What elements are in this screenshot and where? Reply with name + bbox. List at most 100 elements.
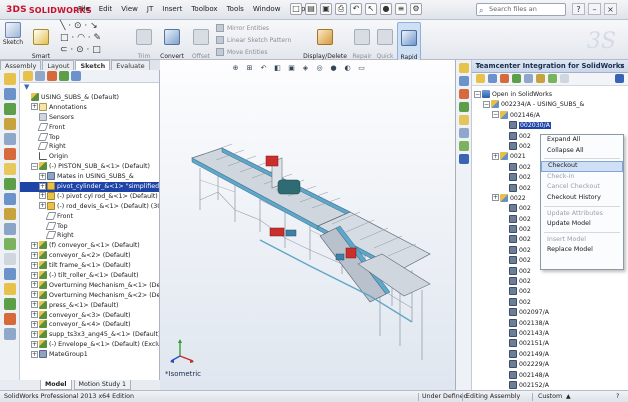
- rebuild-icon[interactable]: ●: [380, 3, 392, 15]
- teamcenter-node[interactable]: − 002234/A - USING_SUBS_&: [474, 100, 628, 110]
- teamcenter-node[interactable]: 002151/A: [474, 339, 628, 349]
- mate-icon[interactable]: [4, 103, 16, 115]
- menu-view[interactable]: View: [121, 5, 138, 13]
- assembly-features-icon[interactable]: [4, 163, 16, 175]
- instant3d-icon[interactable]: [4, 238, 16, 250]
- mirror-entities-button[interactable]: Mirror Entities: [216, 24, 269, 32]
- minimize-icon[interactable]: –: [588, 3, 601, 15]
- tree-node[interactable]: Origin: [20, 152, 159, 162]
- unit-dropdown-icon[interactable]: ▲: [566, 391, 571, 402]
- save-to-teamcenter-icon[interactable]: [500, 74, 509, 83]
- teamcenter-node[interactable]: 002138/A: [474, 318, 628, 329]
- refresh-icon[interactable]: [536, 74, 545, 83]
- tree-node[interactable]: + (-) pivot cyl rod_&<1> (Default) (30: [20, 191, 159, 202]
- menu-jt[interactable]: JT: [147, 5, 153, 13]
- teamcenter-node[interactable]: − 002146/A: [474, 110, 628, 121]
- menu-insert[interactable]: Insert: [162, 5, 182, 13]
- tree-node[interactable]: Front: [20, 211, 159, 222]
- property-manager-icon[interactable]: [35, 71, 45, 81]
- menu-edit[interactable]: Edit: [99, 5, 113, 13]
- expand-icon[interactable]: +: [31, 103, 38, 111]
- teamcenter-tab-icon[interactable]: [459, 154, 469, 164]
- teamcenter-node[interactable]: 002149/A: [474, 349, 628, 360]
- large-assembly-icon[interactable]: [4, 298, 16, 310]
- feature-manager-icon[interactable]: [23, 71, 33, 81]
- tree-node[interactable]: + tilt frame_&<1> (Default): [20, 261, 159, 271]
- move-component-icon[interactable]: [4, 133, 16, 145]
- tree-node[interactable]: + conveyor_&<2> (Default): [20, 251, 159, 261]
- appearances-tab-icon[interactable]: [459, 128, 469, 138]
- search-input[interactable]: ⌕ Search files an: [476, 3, 566, 16]
- menu-item-checkout-history[interactable]: Checkout History: [541, 193, 623, 204]
- file-properties-icon[interactable]: ≡: [395, 3, 407, 15]
- tree-node[interactable]: + MateGroup1: [20, 350, 159, 360]
- expand-icon[interactable]: +: [31, 251, 38, 259]
- status-help-icon[interactable]: ?: [616, 391, 619, 402]
- tree-node[interactable]: + pivot_cylinder_&<1> "simplified17: [20, 182, 159, 192]
- tree-node[interactable]: Sensors: [20, 112, 159, 123]
- view-palette-tab-icon[interactable]: [459, 115, 469, 125]
- tab-motion-study[interactable]: Motion Study 1: [73, 380, 132, 390]
- dimxpert-icon[interactable]: [59, 71, 69, 81]
- expand-icon[interactable]: +: [31, 261, 38, 269]
- undo-icon[interactable]: ↶: [350, 3, 362, 15]
- tree-node[interactable]: Front: [20, 122, 159, 133]
- teamcenter-node[interactable]: 002030/A: [474, 121, 628, 131]
- show-hidden-icon[interactable]: [4, 148, 16, 160]
- linear-pattern-button[interactable]: Linear Sketch Pattern: [216, 36, 291, 44]
- pin-icon[interactable]: ↕: [475, 60, 481, 73]
- teamcenter-node[interactable]: 002: [474, 277, 628, 287]
- expand-icon[interactable]: +: [39, 202, 46, 210]
- tab-assembly[interactable]: Assembly: [0, 60, 42, 70]
- tree-filter[interactable]: ▼: [20, 83, 159, 93]
- tree-node[interactable]: + press_&<1> (Default): [20, 300, 159, 311]
- tab-layout[interactable]: Layout: [42, 60, 75, 70]
- menu-item-expand-all[interactable]: Expand All: [541, 135, 623, 146]
- collapse-icon[interactable]: −: [474, 90, 481, 98]
- checkin-icon[interactable]: [524, 74, 533, 83]
- teamcenter-node[interactable]: 002: [474, 297, 628, 308]
- teamcenter-node[interactable]: 002143/A: [474, 328, 628, 339]
- checkout-icon[interactable]: [512, 74, 521, 83]
- tree-node[interactable]: + (-) Envelope_&<1> (Default) (Excluded f…: [20, 340, 159, 350]
- tab-model[interactable]: Model: [40, 380, 72, 390]
- menu-item-update-model[interactable]: Update Model: [541, 219, 623, 230]
- resources-tab-icon[interactable]: [459, 63, 469, 73]
- tree-node[interactable]: + conveyor_&<3> (Default): [20, 310, 159, 321]
- tree-node[interactable]: + conveyor_&<4> (Default): [20, 320, 159, 330]
- expand-icon[interactable]: +: [31, 330, 38, 338]
- tree-node[interactable]: + (-) tilt_roller_&<1> (Default): [20, 271, 159, 281]
- sketch-button[interactable]: Sketch: [2, 22, 24, 46]
- move-entities-button[interactable]: Move Entities: [216, 48, 267, 56]
- edit-component-icon[interactable]: [4, 73, 16, 85]
- menu-item-collapse-all[interactable]: Collapse All: [541, 146, 623, 157]
- expand-icon[interactable]: +: [39, 172, 46, 180]
- expand-icon[interactable]: +: [492, 152, 499, 160]
- expand-icon[interactable]: +: [31, 320, 38, 328]
- menu-item-checkout[interactable]: Checkout: [541, 161, 623, 172]
- tree-node[interactable]: Right: [20, 231, 159, 241]
- tab-sketch[interactable]: Sketch: [75, 60, 111, 70]
- teamcenter-node[interactable]: 002229/A: [474, 360, 628, 370]
- file-explorer-tab-icon[interactable]: [459, 89, 469, 99]
- rectangle-tool-icon[interactable]: □ · ◠ · ✎: [60, 33, 101, 43]
- tree-node[interactable]: + Mates in USING_SUBS_&: [20, 172, 159, 182]
- design-library-tab-icon[interactable]: [459, 76, 469, 86]
- help-icon[interactable]: ?: [572, 3, 585, 15]
- expand-icon[interactable]: +: [492, 194, 499, 202]
- expand-icon[interactable]: +: [31, 311, 38, 319]
- close-icon[interactable]: ×: [604, 3, 617, 15]
- collapse-icon[interactable]: −: [483, 100, 490, 108]
- options-icon[interactable]: [560, 74, 569, 83]
- expand-icon[interactable]: +: [31, 271, 38, 279]
- unit-system-selector[interactable]: Custom: [538, 391, 562, 402]
- tree-node[interactable]: Right: [20, 142, 159, 152]
- bill-of-materials-icon[interactable]: [4, 208, 16, 220]
- collapse-icon[interactable]: −: [31, 162, 38, 170]
- expand-icon[interactable]: +: [31, 281, 38, 289]
- collapse-icon[interactable]: −: [492, 111, 499, 119]
- expand-icon[interactable]: +: [31, 350, 38, 358]
- smart-fasteners-icon[interactable]: [4, 313, 16, 325]
- new-motion-study-icon[interactable]: [4, 193, 16, 205]
- select-arrow-icon[interactable]: ↖: [365, 3, 377, 15]
